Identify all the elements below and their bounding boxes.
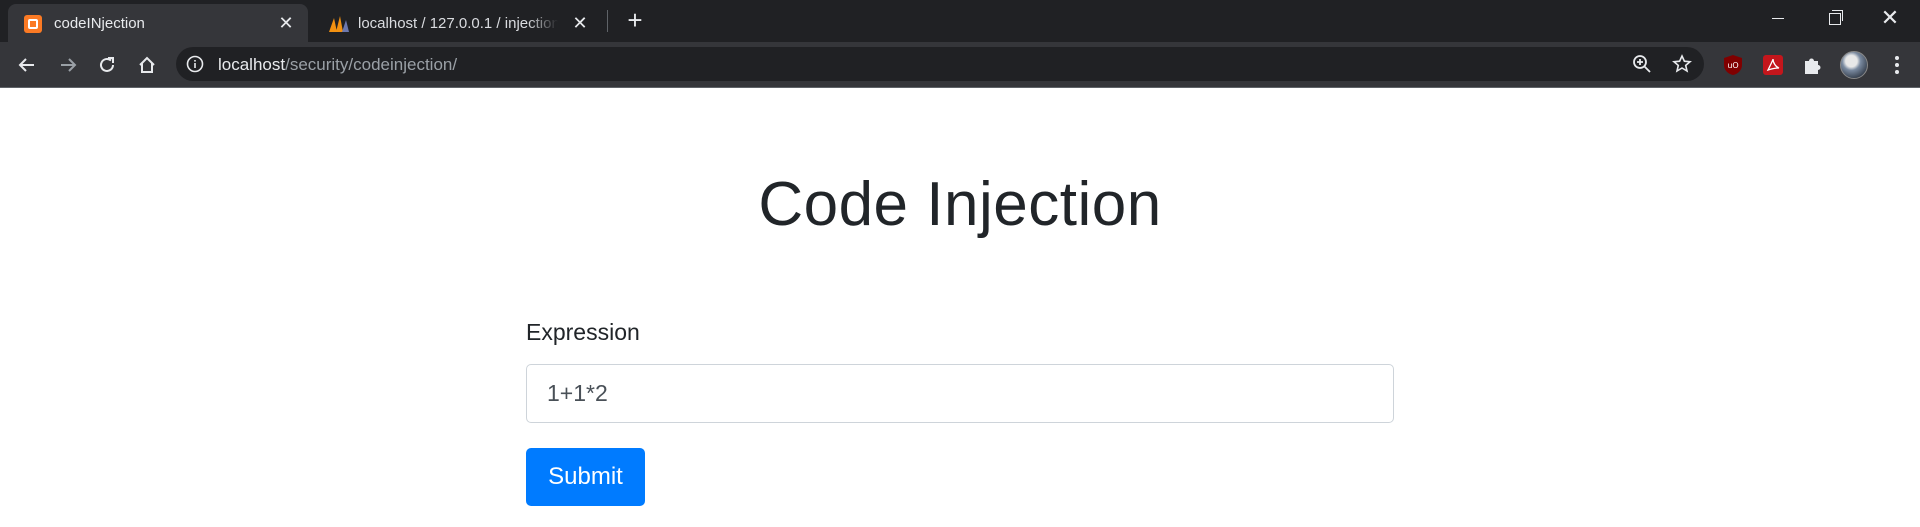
reload-icon[interactable] [93, 51, 121, 79]
acrobat-pdf-icon[interactable] [1762, 54, 1784, 76]
window-close-icon[interactable]: ✕ [1862, 0, 1918, 36]
restore-icon[interactable] [1806, 0, 1862, 36]
address-bar[interactable]: localhost/security/codeinjection/ [176, 47, 1704, 81]
site-info-icon[interactable] [186, 55, 204, 73]
submit-button[interactable]: Submit [526, 448, 645, 506]
tab-divider [607, 10, 608, 32]
browser-toolbar: localhost/security/codeinjection/ uO [0, 42, 1920, 88]
ublock-origin-icon[interactable]: uO [1722, 54, 1744, 76]
profile-avatar[interactable] [1840, 51, 1868, 79]
extensions-puzzle-icon[interactable] [1801, 54, 1823, 76]
back-arrow-icon[interactable] [13, 51, 41, 79]
url-host: localhost [218, 55, 286, 74]
tab-title: localhost / 127.0.0.1 / injection / c [358, 15, 558, 32]
tab-codeinjection[interactable]: codeINjection ✕ [8, 4, 308, 42]
tab-close-icon[interactable]: ✕ [570, 13, 590, 33]
tab-phpmyadmin[interactable]: localhost / 127.0.0.1 / injection / c ✕ [312, 4, 602, 42]
tab-title: codeINjection [54, 15, 145, 32]
xampp-favicon-icon [24, 15, 42, 33]
home-icon[interactable] [133, 51, 161, 79]
tab-close-icon[interactable]: ✕ [276, 13, 296, 33]
minimize-icon[interactable] [1750, 0, 1806, 36]
bookmark-star-icon[interactable] [1672, 54, 1692, 74]
zoom-icon[interactable] [1632, 54, 1652, 74]
url-text[interactable]: localhost/security/codeinjection/ [218, 55, 457, 75]
page-content: Code Injection Expression Submit [0, 89, 1920, 527]
url-path: /security/codeinjection/ [285, 55, 458, 74]
svg-text:uO: uO [1727, 61, 1738, 70]
browser-menu-icon[interactable] [1886, 54, 1908, 76]
expression-input[interactable] [526, 364, 1394, 423]
forward-arrow-icon[interactable] [54, 51, 82, 79]
tab-strip: codeINjection ✕ localhost / 127.0.0.1 / … [0, 0, 1920, 42]
page-title: Code Injection [758, 170, 1162, 239]
expression-label: Expression [526, 319, 640, 345]
new-tab-icon[interactable]: + [622, 7, 648, 34]
phpmyadmin-favicon-icon [328, 15, 349, 33]
